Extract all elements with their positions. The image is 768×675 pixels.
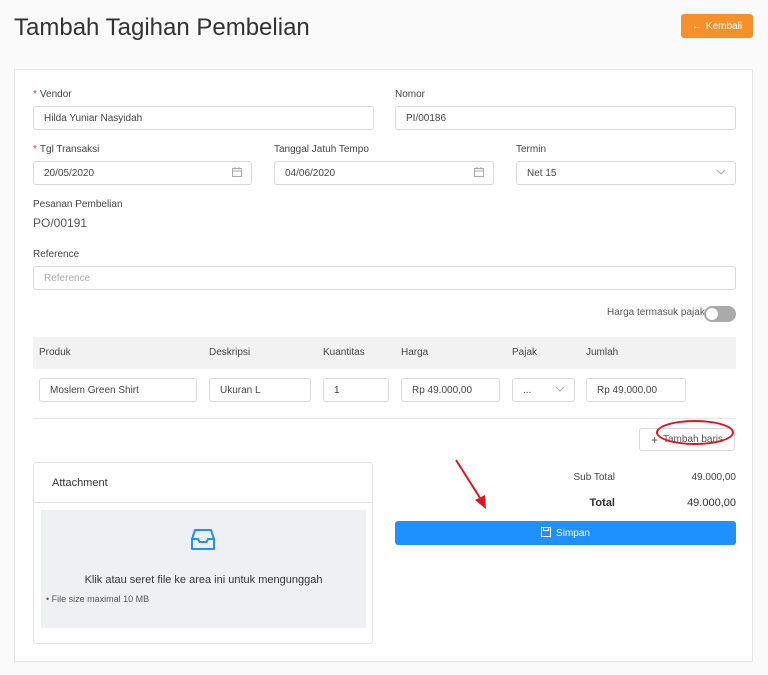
harga-pajak-label: Harga termasuk pajak — [607, 307, 705, 318]
tgl-transaksi-value: 20/05/2020 — [44, 167, 95, 179]
save-icon — [541, 526, 552, 540]
nomor-field[interactable]: PI/00186 — [395, 106, 736, 130]
subtotal-value: 49.000,00 — [691, 472, 737, 483]
tgl-transaksi-label: * Tgl Transaksi — [33, 144, 100, 155]
reference-input[interactable]: Reference — [33, 266, 736, 290]
subtotal-label: Sub Total — [573, 472, 615, 483]
file-size-note: • File size maximal 10 MB — [46, 594, 150, 604]
page-title: Tambah Tagihan Pembelian — [14, 14, 310, 41]
required-mark: * — [33, 144, 37, 155]
termin-value: Net 15 — [527, 167, 557, 179]
save-button-label: Simpan — [556, 527, 590, 539]
row-pajak-value: ... — [523, 384, 532, 396]
toggle-knob — [706, 308, 718, 320]
row-pajak-select[interactable]: ... — [512, 378, 575, 402]
harga-pajak-toggle[interactable] — [704, 306, 736, 322]
jatuh-tempo-label: Tanggal Jatuh Tempo — [274, 144, 369, 155]
th-jumlah: Jumlah — [586, 347, 619, 358]
pesanan-label: Pesanan Pembelian — [33, 199, 123, 210]
drop-instruction: Klik atau seret file ke area ini untuk m… — [84, 574, 323, 586]
nomor-label: Nomor — [395, 89, 426, 100]
pesanan-value: PO/00191 — [33, 216, 88, 230]
jatuh-tempo-field[interactable]: 04/06/2020 — [274, 161, 494, 185]
calendar-icon — [474, 167, 484, 180]
highlight-ellipse — [656, 420, 734, 445]
th-kuantitas: Kuantitas — [323, 347, 365, 358]
tgl-transaksi-field[interactable]: 20/05/2020 — [33, 161, 252, 185]
required-mark: * — [33, 89, 37, 100]
row-harga-input[interactable]: Rp 49.000,00 — [401, 378, 500, 402]
vendor-field[interactable]: Hilda Yuniar Nasyidah — [33, 106, 374, 130]
calendar-icon — [232, 167, 242, 180]
row-jumlah-input[interactable]: Rp 49.000,00 — [586, 378, 686, 402]
attachment-title: Attachment — [34, 463, 372, 503]
row-produk-input[interactable]: Moslem Green Shirt — [39, 378, 197, 402]
termin-select[interactable]: Net 15 — [516, 161, 736, 185]
save-button[interactable]: Simpan — [395, 521, 736, 545]
arrow-left-icon: ← — [691, 20, 702, 32]
row-deskripsi-input[interactable]: Ukuran L — [209, 378, 311, 402]
reference-label: Reference — [33, 249, 80, 260]
inbox-icon — [190, 527, 216, 558]
total-value: 49.000,00 — [687, 497, 736, 509]
file-drop-zone[interactable]: Klik atau seret file ke area ini untuk m… — [41, 510, 366, 628]
form-card: * Vendor Hilda Yuniar Nasyidah Nomor PI/0… — [14, 69, 753, 662]
chevron-down-icon — [716, 167, 726, 180]
back-button-label: Kembali — [705, 20, 743, 32]
th-produk: Produk — [39, 347, 71, 358]
table-divider — [33, 418, 736, 419]
vendor-label: * Vendor — [33, 89, 72, 100]
th-pajak: Pajak — [512, 347, 538, 358]
attachment-panel: Attachment Klik atau seret file ke area … — [33, 462, 373, 644]
termin-label: Termin — [516, 144, 547, 155]
chevron-down-icon — [555, 384, 565, 397]
table-header: Produk Deskripsi Kuantitas Harga Pajak J… — [33, 337, 736, 369]
back-button[interactable]: ← Kembali — [681, 14, 753, 38]
row-kuantitas-input[interactable]: 1 — [323, 378, 389, 402]
total-label: Total — [589, 497, 615, 509]
annotation-arrow-icon — [455, 459, 486, 509]
th-deskripsi: Deskripsi — [209, 347, 251, 358]
jatuh-tempo-value: 04/06/2020 — [285, 167, 336, 179]
th-harga: Harga — [401, 347, 429, 358]
